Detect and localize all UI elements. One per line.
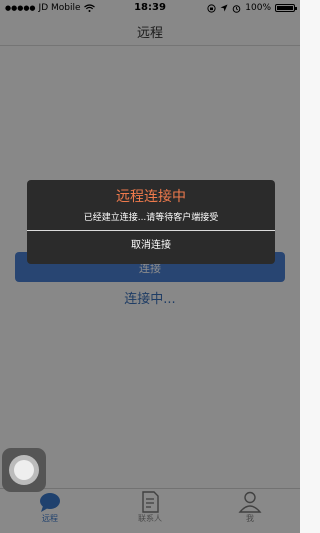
assistive-touch-button[interactable] — [2, 448, 46, 492]
assistive-touch-core — [14, 460, 34, 480]
dialog-title: 远程连接中 — [116, 189, 186, 205]
connecting-dialog: 远程连接中 已经建立连接...请等待客户端接受 取消连接 — [27, 180, 275, 264]
cancel-connection-button[interactable]: 取消连接 — [27, 231, 275, 264]
dialog-message: 已经建立连接...请等待客户端接受 — [83, 213, 219, 223]
